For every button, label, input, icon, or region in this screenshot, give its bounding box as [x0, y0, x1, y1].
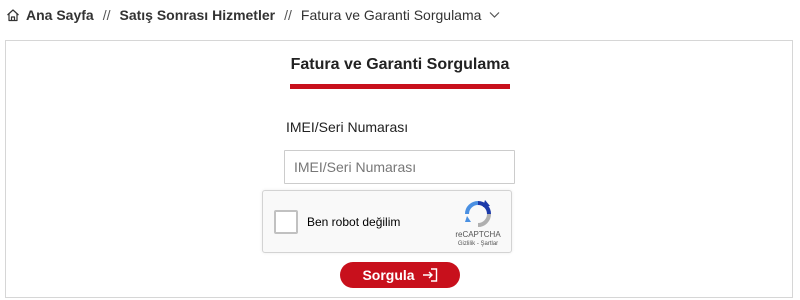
title-underline [290, 84, 510, 89]
home-icon[interactable] [6, 8, 20, 22]
chevron-down-icon[interactable] [489, 11, 500, 19]
breadcrumb: Ana Sayfa // Satış Sonrası Hizmetler // … [6, 5, 500, 25]
breadcrumb-separator: // [284, 7, 292, 23]
imei-input[interactable] [284, 150, 515, 184]
login-arrow-icon [422, 268, 437, 282]
breadcrumb-section-link[interactable]: Satış Sonrası Hizmetler [119, 7, 275, 23]
recaptcha-terms-link[interactable]: Gizlilik - Şartlar [443, 241, 513, 247]
submit-button-label: Sorgula [362, 267, 415, 283]
breadcrumb-current: Fatura ve Garanti Sorgulama [300, 7, 482, 23]
imei-label: IMEI/Seri Numarası [286, 119, 409, 135]
breadcrumb-home-link[interactable]: Ana Sayfa [26, 7, 94, 23]
submit-button[interactable]: Sorgula [340, 262, 460, 288]
recaptcha-brand: reCAPTCHA [455, 230, 501, 239]
page-title: Fatura ve Garanti Sorgulama [290, 56, 510, 73]
recaptcha-checkbox[interactable] [274, 210, 298, 234]
recaptcha-logo-icon [465, 200, 491, 227]
recaptcha-widget: Ben robot değilim reCAPTCHA Gizlilik - Ş… [262, 190, 512, 253]
recaptcha-label: Ben robot değilim [307, 215, 401, 229]
breadcrumb-separator: // [102, 7, 111, 23]
